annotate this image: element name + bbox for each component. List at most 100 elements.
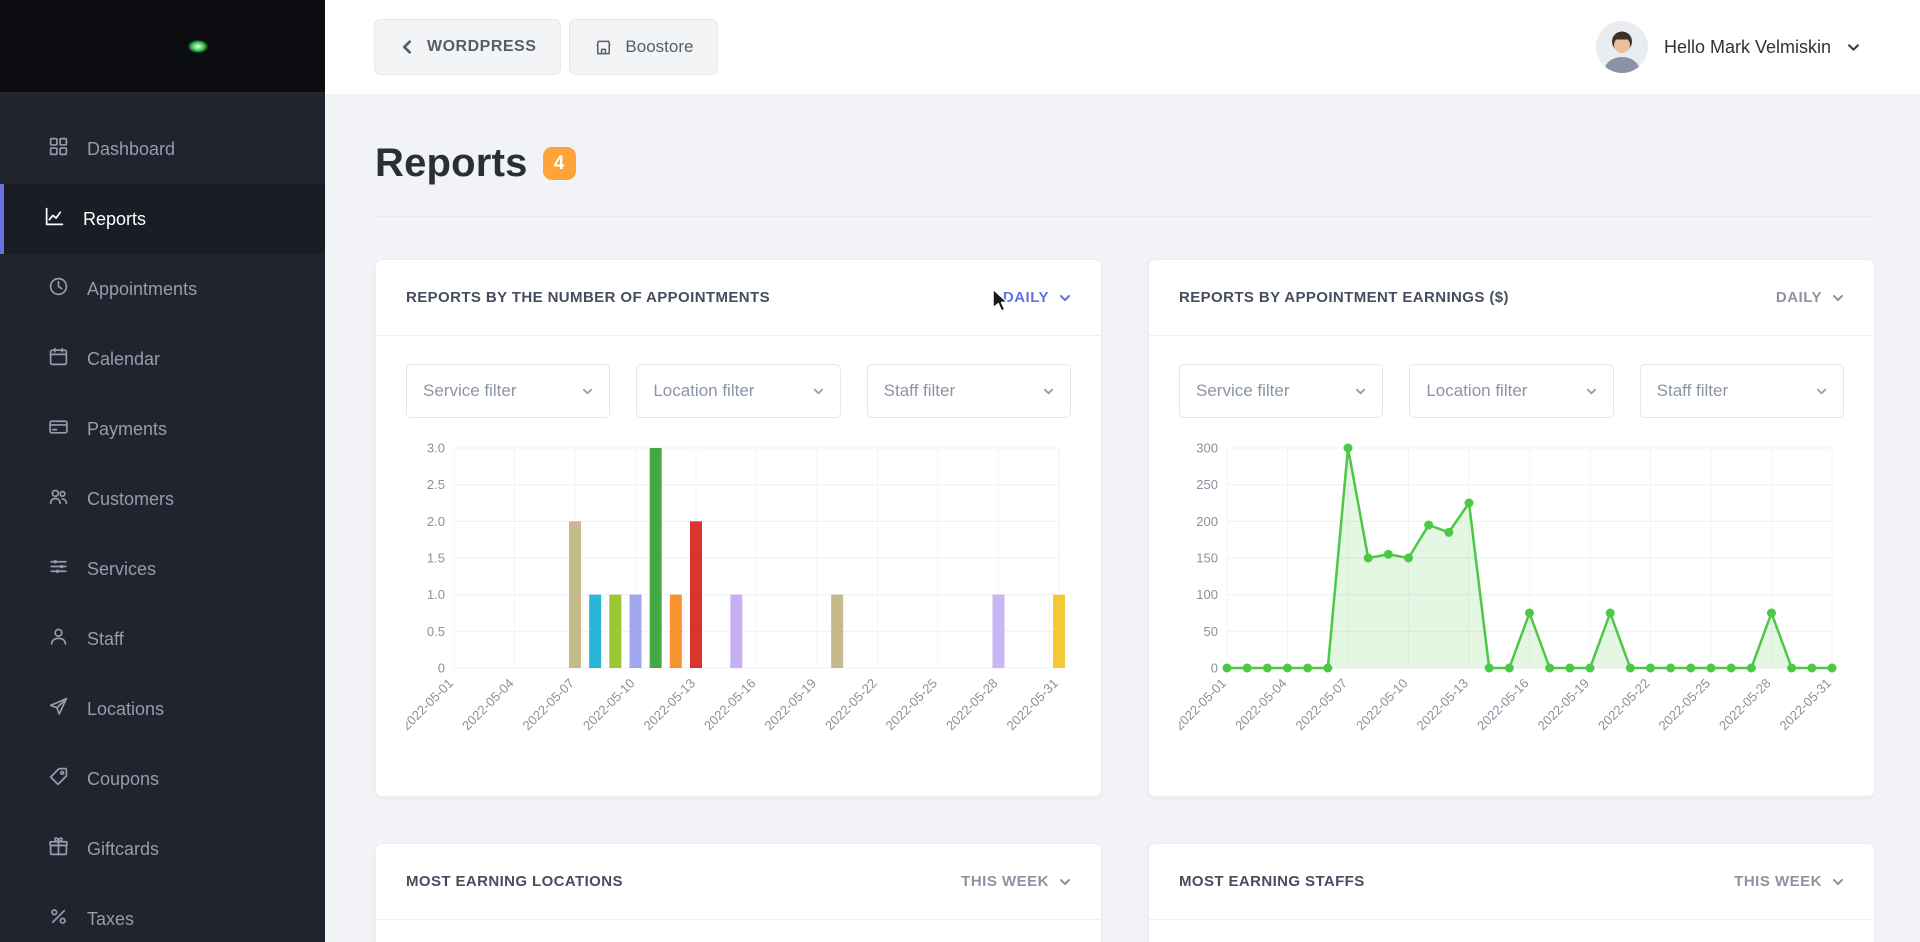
period-label: THIS WEEK <box>961 873 1049 890</box>
svg-text:2022-05-25: 2022-05-25 <box>882 676 940 734</box>
sidebar-item-coupons[interactable]: Coupons <box>0 744 325 814</box>
sidebar-item-staff[interactable]: Staff <box>0 604 325 674</box>
sidebar-item-label: Reports <box>83 209 146 230</box>
svg-text:2.0: 2.0 <box>427 514 445 529</box>
user-greeting: Hello Mark Velmiskin <box>1664 37 1831 58</box>
filter-label: Staff filter <box>884 381 956 401</box>
svg-text:150: 150 <box>1196 551 1218 566</box>
sidebar-item-payments[interactable]: Payments <box>0 394 325 464</box>
sidebar-item-appointments[interactable]: Appointments <box>0 254 325 324</box>
earnings-period-dropdown[interactable]: DAILY <box>1776 289 1844 306</box>
boostore-button[interactable]: Boostore <box>569 19 718 75</box>
appointments-report-card: REPORTS BY THE NUMBER OF APPOINTMENTS DA… <box>375 259 1102 797</box>
chevron-down-icon <box>1586 386 1597 397</box>
chevron-down-icon <box>1832 292 1844 304</box>
svg-text:2022-05-07: 2022-05-07 <box>519 676 577 734</box>
svg-text:2022-05-13: 2022-05-13 <box>640 676 698 734</box>
chevron-down-icon <box>1043 386 1054 397</box>
svg-text:1.0: 1.0 <box>427 587 445 602</box>
clock-icon <box>48 276 69 302</box>
staffs-period-dropdown[interactable]: THIS WEEK <box>1734 873 1844 890</box>
chevron-down-icon <box>1847 41 1860 54</box>
sidebar-item-calendar[interactable]: Calendar <box>0 324 325 394</box>
svg-text:250: 250 <box>1196 477 1218 492</box>
sidebar-item-customers[interactable]: Customers <box>0 464 325 534</box>
svg-text:2022-05-01: 2022-05-01 <box>406 676 456 734</box>
store-icon <box>594 38 613 57</box>
sidebar-item-label: Dashboard <box>87 139 175 160</box>
sidebar-item-label: Appointments <box>87 279 197 300</box>
svg-text:2022-05-28: 2022-05-28 <box>943 676 1001 734</box>
chevron-down-icon <box>1355 386 1366 397</box>
chevron-down-icon <box>1832 876 1844 888</box>
appointments-period-dropdown[interactable]: DAILY <box>1003 289 1071 306</box>
sidebar-item-taxes[interactable]: Taxes <box>0 884 325 942</box>
sidebar-item-label: Calendar <box>87 349 160 370</box>
period-label: THIS WEEK <box>1734 873 1822 890</box>
sidebar-item-label: Giftcards <box>87 839 159 860</box>
filter-label: Location filter <box>653 381 754 401</box>
filter-label: Service filter <box>1196 381 1290 401</box>
svg-text:2022-05-16: 2022-05-16 <box>1474 676 1532 734</box>
location-filter-select[interactable]: Location filter <box>1409 364 1613 418</box>
boostore-button-label: Boostore <box>625 37 693 57</box>
service-filter-select[interactable]: Service filter <box>406 364 610 418</box>
chevron-down-icon <box>1816 386 1827 397</box>
svg-text:2022-05-22: 2022-05-22 <box>822 676 880 734</box>
app-logo <box>0 0 325 92</box>
staff-filter-select[interactable]: Staff filter <box>1640 364 1844 418</box>
svg-text:300: 300 <box>1196 441 1218 456</box>
earnings-report-card: REPORTS BY APPOINTMENT EARNINGS ($) DAIL… <box>1148 259 1875 797</box>
svg-text:2022-05-25: 2022-05-25 <box>1655 676 1713 734</box>
title-divider <box>375 216 1875 217</box>
staff-filter-select[interactable]: Staff filter <box>867 364 1071 418</box>
period-label: DAILY <box>1776 289 1822 306</box>
staff-icon <box>48 626 69 652</box>
main-content: Reports 4 REPORTS BY THE NUMBER OF APPOI… <box>325 95 1920 942</box>
svg-text:2.5: 2.5 <box>427 477 445 492</box>
card-title: MOST EARNING LOCATIONS <box>406 873 623 890</box>
topbar: WORDPRESS Boostore Hello Mark Velmiskin <box>325 0 1920 95</box>
sidebar-menu: Dashboard Reports Appointments Calendar … <box>0 92 325 942</box>
location-send-icon <box>48 696 69 722</box>
percent-icon <box>48 906 69 932</box>
user-menu[interactable]: Hello Mark Velmiskin <box>1596 21 1860 73</box>
svg-text:50: 50 <box>1204 624 1218 639</box>
svg-text:2022-05-01: 2022-05-01 <box>1179 676 1229 734</box>
service-filter-select[interactable]: Service filter <box>1179 364 1383 418</box>
svg-text:2022-05-10: 2022-05-10 <box>580 676 638 734</box>
filter-label: Service filter <box>423 381 517 401</box>
sidebar-item-locations[interactable]: Locations <box>0 674 325 744</box>
locations-period-dropdown[interactable]: THIS WEEK <box>961 873 1071 890</box>
dashboard-icon <box>48 136 69 162</box>
sidebar-item-services[interactable]: Services <box>0 534 325 604</box>
reports-icon <box>44 206 65 232</box>
chevron-down-icon <box>582 386 593 397</box>
card-title: REPORTS BY THE NUMBER OF APPOINTMENTS <box>406 289 770 306</box>
svg-text:3.0: 3.0 <box>427 441 445 456</box>
sidebar-item-label: Payments <box>87 419 167 440</box>
svg-text:100: 100 <box>1196 587 1218 602</box>
wordpress-button-label: WORDPRESS <box>427 38 536 56</box>
svg-text:2022-05-22: 2022-05-22 <box>1595 676 1653 734</box>
svg-text:2022-05-13: 2022-05-13 <box>1413 676 1471 734</box>
customers-icon <box>48 486 69 512</box>
svg-text:2022-05-31: 2022-05-31 <box>1776 676 1834 734</box>
earnings-line-chart: 0501001502002503002022-05-012022-05-0420… <box>1179 436 1844 768</box>
logo-glow-dot <box>188 40 208 53</box>
sidebar-item-giftcards[interactable]: Giftcards <box>0 814 325 884</box>
svg-text:1.5: 1.5 <box>427 551 445 566</box>
svg-text:2022-05-04: 2022-05-04 <box>1232 676 1290 734</box>
wordpress-back-button[interactable]: WORDPRESS <box>374 19 561 75</box>
location-filter-select[interactable]: Location filter <box>636 364 840 418</box>
sidebar-item-dashboard[interactable]: Dashboard <box>0 114 325 184</box>
card-title: MOST EARNING STAFFS <box>1179 873 1365 890</box>
svg-text:0: 0 <box>438 661 445 676</box>
svg-text:2022-05-19: 2022-05-19 <box>761 676 819 734</box>
filter-label: Staff filter <box>1657 381 1729 401</box>
svg-text:0.5: 0.5 <box>427 624 445 639</box>
svg-text:2022-05-31: 2022-05-31 <box>1003 676 1061 734</box>
chevron-down-icon <box>813 386 824 397</box>
sidebar: Dashboard Reports Appointments Calendar … <box>0 0 325 942</box>
sidebar-item-reports[interactable]: Reports <box>0 184 325 254</box>
